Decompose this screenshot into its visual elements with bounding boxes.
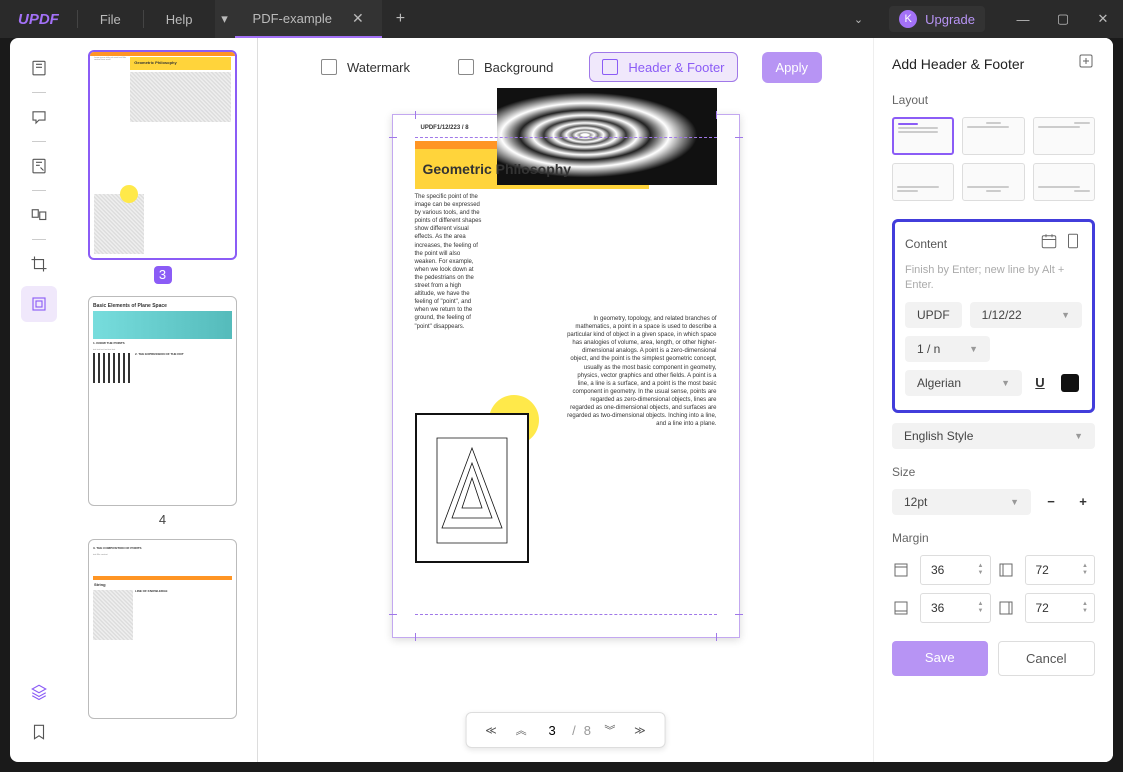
increase-size-button[interactable]: + xyxy=(1071,490,1095,514)
organize-icon[interactable] xyxy=(21,197,57,233)
upgrade-label: Upgrade xyxy=(925,12,975,27)
thumbnail-number: 3 xyxy=(154,266,172,284)
next-page-icon[interactable]: ︾ xyxy=(597,717,623,743)
app-logo: UPDF xyxy=(0,11,77,28)
reader-icon[interactable] xyxy=(21,50,57,86)
titlebar: UPDF File Help ▾ PDF-example ✕ + ⌄ K Upg… xyxy=(0,0,1123,38)
properties-panel: Add Header & Footer Layout Content xyxy=(873,38,1113,762)
margin-right-icon xyxy=(997,599,1015,617)
margin-bottom-icon xyxy=(892,599,910,617)
apply-button[interactable]: Apply xyxy=(762,52,823,83)
content-label: Content xyxy=(905,237,947,251)
new-tab-button[interactable]: + xyxy=(382,10,419,28)
avatar: K xyxy=(899,10,917,28)
layout-option-5[interactable] xyxy=(962,163,1024,201)
layout-option-1[interactable] xyxy=(892,117,954,155)
layout-options xyxy=(892,117,1095,201)
panel-title: Add Header & Footer xyxy=(892,56,1024,72)
margin-left-icon xyxy=(997,561,1015,579)
close-button[interactable]: ✕ xyxy=(1083,11,1123,27)
content-section: Content Finish by Enter; new line by Alt… xyxy=(892,219,1095,413)
updf-tag[interactable]: UPDF xyxy=(905,302,962,328)
watermark-icon xyxy=(321,59,337,75)
header-footer-icon xyxy=(602,59,618,75)
bookmark-icon[interactable] xyxy=(21,714,57,750)
tab-dropdown[interactable]: ▾ xyxy=(215,0,235,38)
layout-option-6[interactable] xyxy=(1033,163,1095,201)
close-icon[interactable]: ✕ xyxy=(352,10,364,27)
decrease-size-button[interactable]: − xyxy=(1039,490,1063,514)
menu-help[interactable]: Help xyxy=(144,12,215,27)
size-select[interactable]: 12pt▼ xyxy=(892,489,1031,515)
layout-label: Layout xyxy=(892,93,1095,107)
color-button[interactable] xyxy=(1058,371,1082,395)
page-tools-icon[interactable] xyxy=(21,286,57,322)
margin-bottom-input[interactable]: 36▲▼ xyxy=(920,593,991,623)
document-tab[interactable]: PDF-example ✕ xyxy=(235,0,382,38)
calendar-icon[interactable] xyxy=(1040,232,1058,255)
margin-left-input[interactable]: 72▲▼ xyxy=(1025,555,1096,585)
thumbnail-page-5[interactable]: 3. THE COMPOSITION OF POINTS text filler… xyxy=(88,539,237,719)
header-text: UPDF1/12/223 / 8 xyxy=(421,125,469,131)
canvas-area: Watermark Background Header & Footer App… xyxy=(258,38,873,762)
margin-top-input[interactable]: 36▲▼ xyxy=(920,555,991,585)
chevron-down-icon[interactable]: ⌄ xyxy=(828,13,889,26)
prev-page-icon[interactable]: ︽ xyxy=(508,717,534,743)
page-text-right: In geometry, topology, and related branc… xyxy=(567,315,717,428)
edit-icon[interactable] xyxy=(21,148,57,184)
tab-title: PDF-example xyxy=(253,11,332,26)
thumbnail-page-4[interactable]: Basic Elements of Plane Space 1. KNOW TH… xyxy=(88,296,237,506)
crop-icon[interactable] xyxy=(21,246,57,282)
last-page-icon[interactable]: ≫ xyxy=(627,717,653,743)
first-page-icon[interactable]: ≪ xyxy=(478,717,504,743)
layers-icon[interactable] xyxy=(21,674,57,710)
background-icon xyxy=(458,59,474,75)
save-button[interactable]: Save xyxy=(892,641,988,676)
underline-button[interactable]: U xyxy=(1028,371,1052,395)
content-hint: Finish by Enter; new line by Alt + Enter… xyxy=(905,263,1082,294)
comment-icon[interactable] xyxy=(21,99,57,135)
page-total: 8 xyxy=(584,723,591,738)
layout-option-3[interactable] xyxy=(1033,117,1095,155)
header-footer-button[interactable]: Header & Footer xyxy=(589,52,737,82)
layout-option-2[interactable] xyxy=(962,117,1024,155)
page-format-select[interactable]: 1 / n▼ xyxy=(905,336,990,362)
cancel-button[interactable]: Cancel xyxy=(998,641,1096,676)
page-separator: / xyxy=(572,723,576,738)
watermark-button[interactable]: Watermark xyxy=(309,53,422,81)
left-rail xyxy=(10,38,68,762)
font-select[interactable]: Algerian▼ xyxy=(905,370,1022,396)
minimize-button[interactable]: — xyxy=(1003,12,1043,27)
page-icon[interactable] xyxy=(1064,232,1082,255)
thumbnail-panel: Lorem ipsum dolor sit amet text filler c… xyxy=(68,38,258,762)
background-button[interactable]: Background xyxy=(446,53,565,81)
thumbnail-page-3[interactable]: Lorem ipsum dolor sit amet text filler c… xyxy=(88,50,237,260)
date-select[interactable]: 1/12/22▼ xyxy=(970,302,1082,328)
margin-label: Margin xyxy=(892,531,1095,545)
style-select[interactable]: English Style▼ xyxy=(892,423,1095,449)
thumbnail-number: 4 xyxy=(88,512,237,527)
page-text-left: The specific point of the image can be e… xyxy=(415,193,483,331)
page-preview: UPDF1/12/223 / 8 Geometric Philosophy Th… xyxy=(392,114,740,638)
size-label: Size xyxy=(892,465,1095,479)
page-navigation: ≪ ︽ / 8 ︾ ≫ xyxy=(465,712,666,748)
menu-file[interactable]: File xyxy=(78,12,143,27)
margin-top-icon xyxy=(892,561,910,579)
maximize-button[interactable]: ▢ xyxy=(1043,11,1083,27)
upgrade-button[interactable]: K Upgrade xyxy=(889,6,985,32)
page-number-input[interactable] xyxy=(538,723,566,738)
save-template-icon[interactable] xyxy=(1077,52,1095,75)
layout-option-4[interactable] xyxy=(892,163,954,201)
margin-right-input[interactable]: 72▲▼ xyxy=(1025,593,1096,623)
